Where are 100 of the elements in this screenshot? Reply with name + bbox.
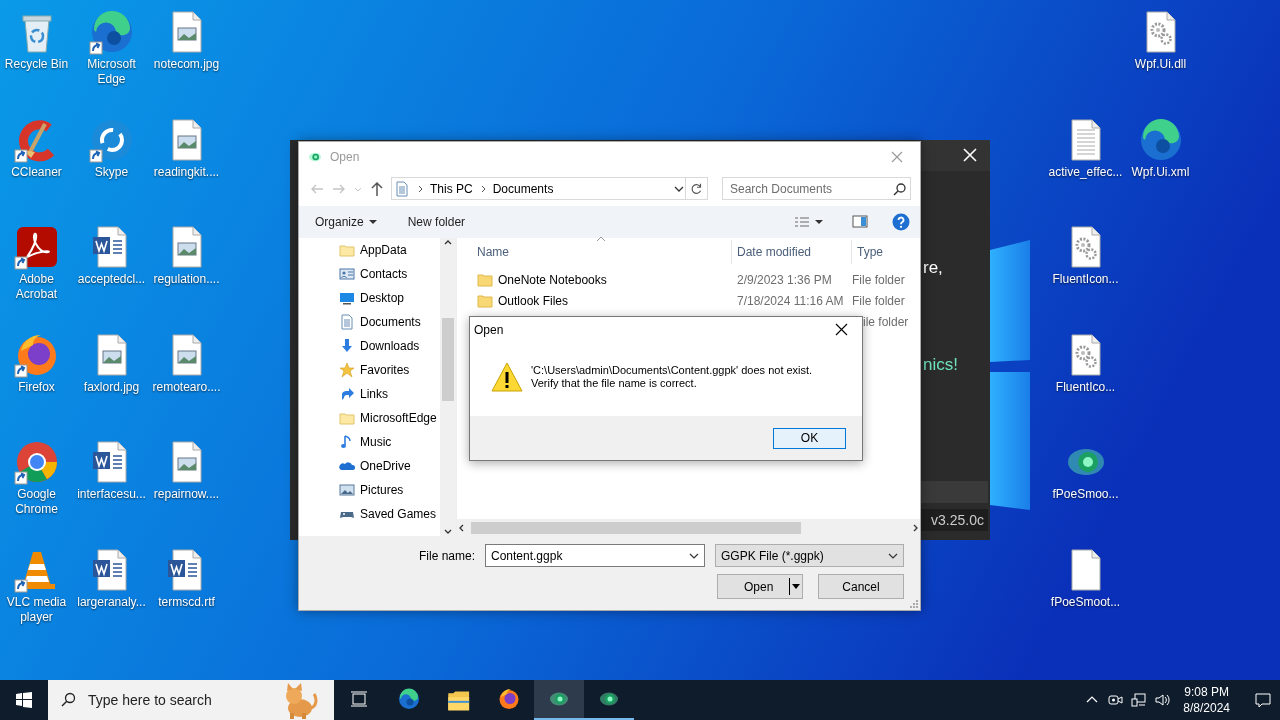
document-icon [394,180,410,197]
scrollbar[interactable] [457,519,920,536]
monitor-icon [339,290,355,306]
table-cell: 7/18/2024 11:16 AM [737,293,844,308]
icon-label[interactable]: active_effec... [1048,164,1123,180]
search-field[interactable]: Type here to search [48,680,334,720]
input-field[interactable] [921,481,988,503]
taskbar-button[interactable] [534,680,584,720]
icon-label[interactable]: remotearo.... [152,379,221,395]
nav-item[interactable]: AppData [339,238,440,262]
icon-label[interactable]: faxlord.jpg [83,379,140,395]
window-title: Open [330,149,360,164]
caret-icon[interactable] [814,218,824,226]
clock[interactable]: 9:08 PM 8/8/2024 [1183,684,1230,716]
nav-item[interactable]: Downloads [339,334,440,358]
file-name-field[interactable]: Content.ggpk [485,544,705,567]
nav-item[interactable]: Saved Games [339,502,440,526]
refresh-icon[interactable] [689,181,704,196]
column-header[interactable]: Type [852,240,920,264]
app-text: re, [922,258,944,278]
contact-card-icon [339,266,355,282]
up-arrow-icon[interactable] [369,180,385,197]
toolbar-button[interactable]: Organize [309,212,384,232]
icon-label[interactable]: fPoeSmoot... [1050,594,1121,610]
notification-icon[interactable] [1254,691,1272,709]
windows-logo-icon[interactable] [16,692,32,708]
nav-item[interactable]: Documents [339,310,440,334]
column-header[interactable]: Name [457,240,732,264]
folder-icon [339,410,355,426]
icon-label[interactable]: termscd.rtf [158,594,215,610]
folder-icon [477,292,493,309]
table-cell: File folder [852,272,905,287]
star-icon [339,362,355,378]
camera-icon[interactable] [1107,692,1124,708]
table-cell: 2/9/2023 1:36 PM [737,272,832,287]
table-cell: ile folder [863,314,909,329]
scroll-thumb[interactable] [471,521,801,534]
icon-label[interactable]: repairnow.... [153,487,220,503]
app-text: nics! [922,355,959,375]
scrollbar[interactable] [440,238,456,536]
icon-label[interactable]: readingkit.... [153,164,220,180]
scroll-thumb[interactable] [442,318,454,401]
file-name[interactable]: Outlook Files [498,293,569,308]
nav-item[interactable]: Music [339,430,440,454]
breadcrumb[interactable]: This PC [430,181,473,196]
chevron-icon [416,183,424,194]
caret-icon [790,582,802,591]
network-icon[interactable] [1131,692,1148,708]
document-icon [339,314,355,330]
icon-label[interactable]: interfacesu... [77,487,146,503]
nav-item[interactable]: MicrosoftEdge [339,406,440,430]
folder-icon [339,242,355,258]
icon-label[interactable]: regulation.... [153,272,220,288]
nav-item[interactable]: Desktop [339,286,440,310]
download-arrow-icon [339,338,355,354]
shortcut-arrow-icon [339,386,355,402]
icon-label[interactable]: notecom.jpg [153,57,220,72]
caret-icon [367,218,378,226]
file-type-dropdown[interactable]: GGPK File (*.ggpk) [715,544,904,567]
open-button[interactable]: Open [717,574,803,599]
folder-icon [477,271,493,288]
error-message: 'C:\Users\admin\Documents\Content.ggpk' does not exist. Verify that the file name is correct. [531,364,813,390]
search-icon [892,181,906,196]
window-title: Open [474,322,504,337]
volume-icon[interactable] [1155,692,1172,708]
nav-item[interactable]: OneDrive [339,454,440,478]
breadcrumb[interactable]: Documents [492,181,554,196]
task-view-icon [350,690,368,708]
warning-icon [491,362,523,392]
icon-label[interactable]: Google Chrome [0,487,74,518]
file-name[interactable]: OneNote Notebooks [498,272,607,287]
icon-label[interactable]: Wpf.Ui.xml [1131,164,1190,180]
nav-item[interactable]: Favorites [339,358,440,382]
toolbar-button[interactable]: New folder [401,212,472,232]
resize-grip-icon[interactable] [910,600,918,608]
version-label: v3.25.0c [921,509,988,531]
icon-label[interactable]: Skype [94,164,129,180]
icon-label[interactable]: fPoeSmoo... [1052,487,1119,503]
column-header[interactable]: Date modified [732,240,852,264]
ok-button[interactable]: OK [773,427,846,449]
icon-label[interactable]: Firefox [18,379,55,395]
search-field[interactable]: Search Documents [722,177,911,200]
icon-label[interactable]: FluentIco... [1055,379,1116,395]
nav-item[interactable]: Pictures [339,478,440,502]
nav-item[interactable]: Contacts [339,262,440,286]
preview-pane-icon[interactable] [852,214,868,230]
icon-label[interactable]: acceptedcl... [77,272,146,288]
icon-label[interactable]: FluentIcon... [1052,272,1119,288]
nav-item[interactable]: Links [339,382,440,406]
cancel-button[interactable]: Cancel [818,574,904,599]
browser-icon [397,687,421,711]
field-label: File name: [418,548,475,563]
browser-icon [497,687,521,711]
picture-icon [339,482,355,498]
icon-label[interactable]: largeranaly... [77,594,146,610]
icon-label[interactable]: VLC media player [0,594,74,625]
help-icon[interactable] [892,213,910,231]
table-cell: File folder [852,293,905,308]
icon-label[interactable]: Wpf.Ui.dll [1134,57,1187,72]
address-bar[interactable]: This PC Documents [391,177,686,200]
